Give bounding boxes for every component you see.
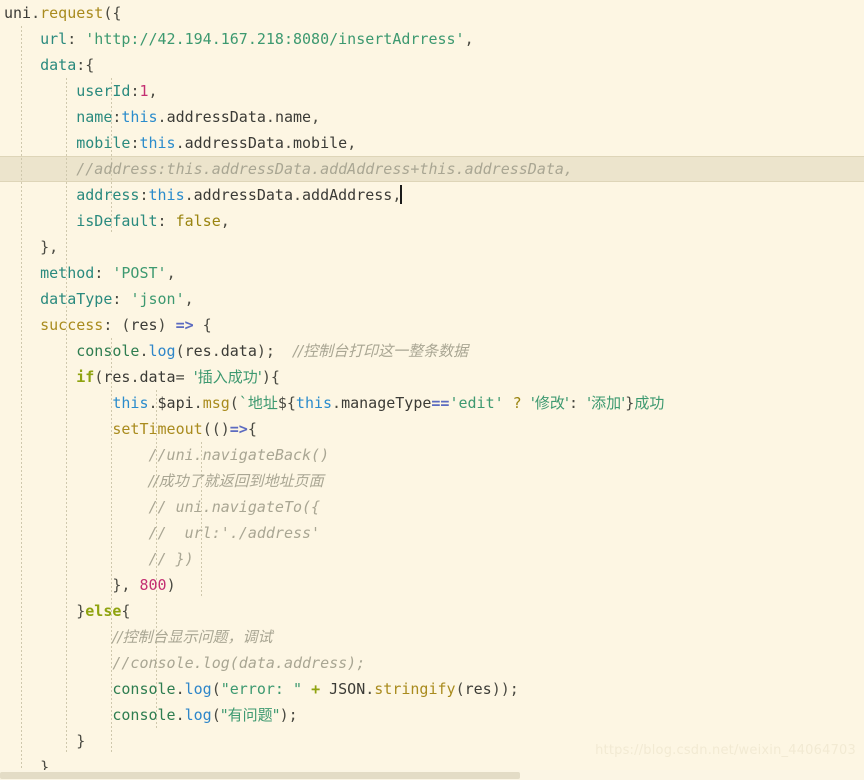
code-line[interactable]: }else{: [0, 598, 864, 624]
code-line-comment[interactable]: //console.log(data.address);: [0, 650, 864, 676]
code-line-current[interactable]: address:this.addressData.addAddress,: [0, 182, 864, 208]
code-content[interactable]: uni.request({ url: 'http://42.194.167.21…: [0, 0, 864, 780]
code-line[interactable]: console.log(res.data); //控制台打印这一整条数据: [0, 338, 864, 364]
code-line-comment[interactable]: //成功了就返回到地址页面: [0, 468, 864, 494]
code-line[interactable]: url: 'http://42.194.167.218:8080/insertA…: [0, 26, 864, 52]
code-line-comment[interactable]: // uni.navigateTo({: [0, 494, 864, 520]
code-line[interactable]: dataType: 'json',: [0, 286, 864, 312]
horizontal-scrollbar-thumb[interactable]: [0, 772, 520, 779]
code-line-comment[interactable]: //控制台显示问题，调试: [0, 624, 864, 650]
code-line[interactable]: success: (res) => {: [0, 312, 864, 338]
code-line[interactable]: console.log("error: " + JSON.stringify(r…: [0, 676, 864, 702]
text-caret: [400, 185, 403, 204]
code-line-comment[interactable]: // url:'./address': [0, 520, 864, 546]
watermark-text: https://blog.csdn.net/weixin_44064703: [595, 743, 856, 758]
code-line-comment[interactable]: // }): [0, 546, 864, 572]
code-line-comment[interactable]: //address:this.addressData.addAddress+th…: [0, 156, 864, 182]
code-line[interactable]: method: 'POST',: [0, 260, 864, 286]
code-line[interactable]: if(res.data= '插入成功'){: [0, 364, 864, 390]
code-line-comment[interactable]: //uni.navigateBack(): [0, 442, 864, 468]
code-line[interactable]: name:this.addressData.name,: [0, 104, 864, 130]
code-line[interactable]: this.$api.msg(`地址${this.manageType=='edi…: [0, 390, 864, 416]
code-line[interactable]: uni.request({: [0, 0, 864, 26]
code-editor-pane[interactable]: uni.request({ url: 'http://42.194.167.21…: [0, 0, 864, 780]
code-line[interactable]: data:{: [0, 52, 864, 78]
code-line[interactable]: setTimeout(()=>{: [0, 416, 864, 442]
code-line[interactable]: isDefault: false,: [0, 208, 864, 234]
code-line[interactable]: mobile:this.addressData.mobile,: [0, 130, 864, 156]
code-line[interactable]: userId:1,: [0, 78, 864, 104]
code-line[interactable]: }, 800): [0, 572, 864, 598]
code-line[interactable]: console.log("有问题");: [0, 702, 864, 728]
code-line[interactable]: },: [0, 234, 864, 260]
